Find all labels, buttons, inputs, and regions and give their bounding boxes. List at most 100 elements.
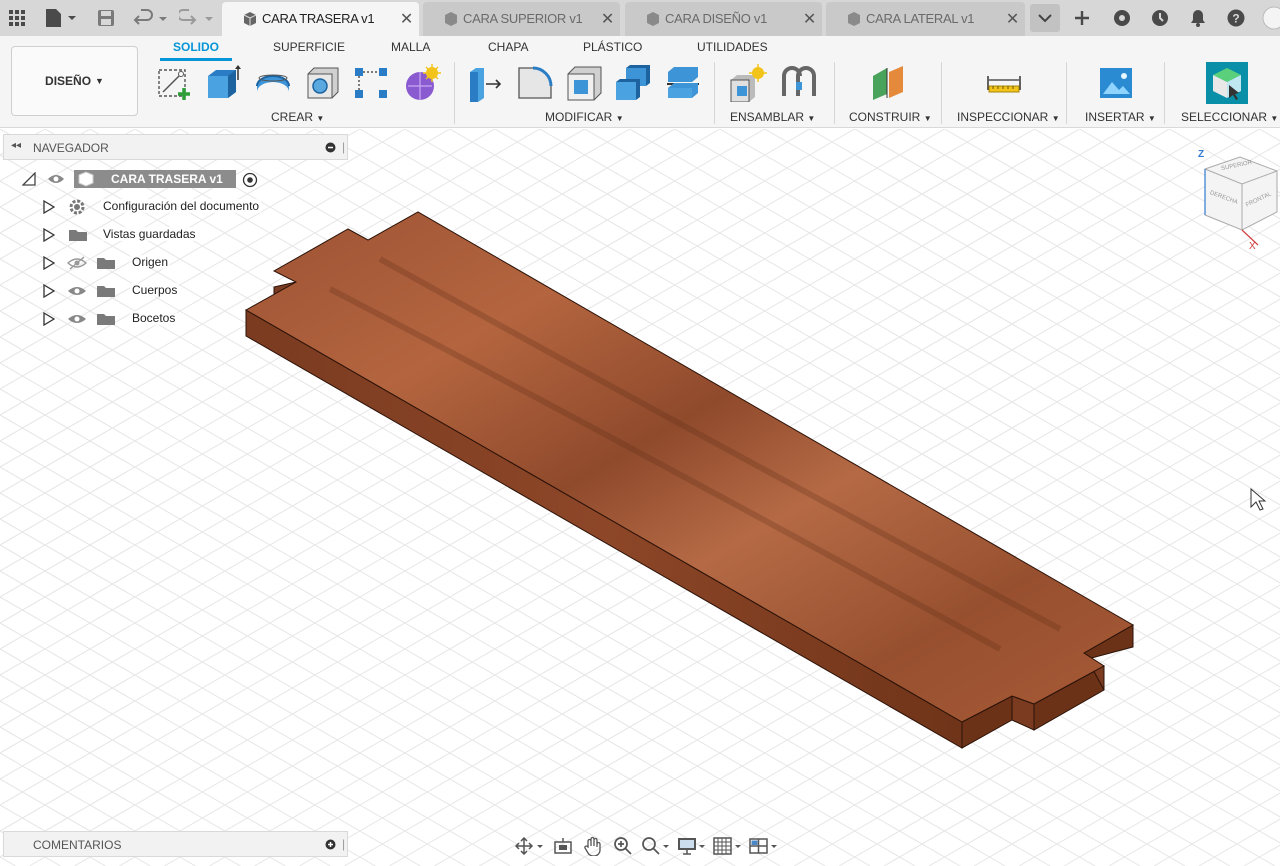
axis-x-label: X (1249, 241, 1256, 252)
tab-solido[interactable]: SOLIDO (173, 40, 219, 54)
browser-item-bodies[interactable]: Cuerpos (40, 280, 280, 302)
browser-item-sketches[interactable]: Bocetos (40, 308, 280, 330)
browser-item-label: Origen (130, 255, 171, 269)
group-construir[interactable]: CONSTRUIR ▼ (849, 110, 932, 124)
select-icon[interactable] (1205, 61, 1249, 105)
close-icon[interactable]: ✕ (1006, 9, 1019, 29)
close-icon[interactable]: ✕ (400, 9, 413, 29)
group-insertar[interactable]: INSERTAR ▼ (1085, 110, 1156, 124)
component-cube-icon (647, 12, 659, 26)
file-menu-icon[interactable] (42, 6, 78, 30)
close-icon[interactable]: ✕ (803, 9, 816, 29)
job-status-clock-icon[interactable] (1146, 6, 1174, 30)
expand-triangle-icon[interactable] (22, 172, 36, 186)
folder-icon (97, 286, 115, 297)
workspace-switcher-button[interactable]: DISEÑO ▼ (11, 46, 138, 116)
group-seleccionar[interactable]: SELECCIONAR ▼ (1181, 110, 1278, 124)
app-grid-icon[interactable] (6, 6, 28, 30)
pattern-icon[interactable] (352, 64, 390, 102)
extensions-icon[interactable] (1108, 6, 1136, 30)
hidden-eye-icon[interactable] (67, 256, 87, 270)
component-cube-icon (445, 12, 457, 26)
save-icon[interactable] (94, 6, 118, 30)
display-settings-icon[interactable] (674, 833, 710, 859)
wood-board-body[interactable] (244, 211, 1135, 749)
visibility-eye-icon[interactable] (67, 284, 87, 298)
grid-snaps-icon[interactable] (710, 833, 746, 859)
tab-superficie[interactable]: SUPERFICIE (273, 40, 345, 54)
group-label-text: CONSTRUIR (849, 110, 921, 124)
help-icon[interactable]: ? (1222, 6, 1250, 30)
split-body-icon[interactable] (664, 64, 702, 102)
minus-circle-icon[interactable] (325, 142, 336, 153)
expand-triangle-icon[interactable] (43, 284, 55, 298)
create-sketch-icon[interactable] (155, 64, 193, 102)
collapse-panel-icon[interactable]: ◂◂ (11, 140, 21, 151)
measure-icon[interactable] (985, 64, 1023, 102)
comments-panel-header[interactable]: COMENTARIOS | (3, 831, 348, 857)
shell-icon[interactable] (565, 64, 603, 102)
visibility-eye-icon[interactable] (47, 173, 65, 185)
press-pull-icon[interactable] (466, 64, 504, 102)
panel-pin-handle[interactable]: | (342, 140, 345, 154)
tab-malla[interactable]: MALLA (391, 40, 430, 54)
new-component-icon[interactable] (729, 64, 767, 102)
comments-title: COMENTARIOS (33, 838, 122, 852)
user-avatar[interactable] (1260, 6, 1280, 30)
browser-item-origin[interactable]: Origen (40, 252, 280, 274)
fillet-icon[interactable] (516, 64, 554, 102)
expand-triangle-icon[interactable] (43, 228, 55, 242)
browser-item-saved-views[interactable]: Vistas guardadas (40, 224, 280, 246)
look-at-icon[interactable] (548, 833, 578, 859)
undo-icon[interactable] (132, 6, 170, 30)
browser-item-label: Cuerpos (130, 283, 180, 297)
combine-icon[interactable] (614, 64, 652, 102)
add-comment-plus-icon[interactable] (325, 839, 336, 850)
expand-triangle-icon[interactable] (43, 312, 55, 326)
new-tab-plus-icon[interactable] (1068, 6, 1096, 30)
joint-icon[interactable] (780, 64, 818, 102)
group-ensamblar[interactable]: ENSAMBLAR ▼ (730, 110, 815, 124)
tab-plastico[interactable]: PLÁSTICO (583, 40, 642, 54)
pan-hand-icon[interactable] (578, 833, 608, 859)
expand-triangle-icon[interactable] (43, 256, 55, 270)
activate-radio-icon[interactable] (242, 172, 258, 188)
viewports-icon[interactable] (746, 833, 782, 859)
close-icon[interactable]: ✕ (601, 9, 614, 29)
caret-down-icon: ▼ (316, 114, 325, 123)
browser-item-document-settings[interactable]: Configuración del documento (40, 196, 280, 218)
browser-panel-header[interactable]: ◂◂ NAVEGADOR | (3, 134, 348, 160)
extrude-icon[interactable] (204, 64, 242, 102)
create-form-icon[interactable] (403, 64, 441, 102)
tab-utilidades[interactable]: UTILIDADES (697, 40, 768, 54)
root-component-label[interactable]: CARA TRASERA v1 (74, 170, 236, 188)
notifications-bell-icon[interactable] (1184, 6, 1212, 30)
group-label-text: ENSAMBLAR (730, 110, 805, 124)
tab-overflow-chevron-icon[interactable] (1030, 4, 1060, 32)
ribbon-divider (454, 62, 455, 124)
caret-down-icon: ▼ (923, 114, 932, 123)
group-crear[interactable]: CREAR ▼ (271, 110, 324, 124)
zoom-icon[interactable] (608, 833, 638, 859)
insert-image-icon[interactable] (1097, 64, 1135, 102)
fit-zoom-window-icon[interactable] (638, 833, 674, 859)
tab-cara-diseno[interactable]: CARA DISEÑO v1 ✕ (625, 2, 822, 36)
tab-label: CARA LATERAL v1 (866, 11, 975, 26)
group-modificar[interactable]: MODIFICAR ▼ (545, 110, 624, 124)
group-inspeccionar[interactable]: INSPECCIONAR ▼ (957, 110, 1060, 124)
expand-triangle-icon[interactable] (43, 200, 55, 214)
tab-cara-trasera[interactable]: CARA TRASERA v1 ✕ (222, 2, 419, 36)
folder-icon (69, 230, 87, 241)
tab-cara-lateral[interactable]: CARA LATERAL v1 ✕ (826, 2, 1025, 36)
revolve-icon[interactable] (254, 64, 292, 102)
tab-cara-superior[interactable]: CARA SUPERIOR v1 ✕ (423, 2, 620, 36)
orbit-icon[interactable] (512, 833, 548, 859)
tab-chapa[interactable]: CHAPA (488, 40, 528, 54)
redo-icon[interactable] (178, 6, 216, 30)
offset-plane-icon[interactable] (869, 64, 907, 102)
visibility-eye-icon[interactable] (67, 312, 87, 326)
folder-icon (97, 258, 115, 269)
panel-pin-handle[interactable]: | (342, 837, 345, 851)
caret-down-icon: ▼ (1051, 114, 1060, 123)
hole-icon[interactable] (304, 64, 342, 102)
